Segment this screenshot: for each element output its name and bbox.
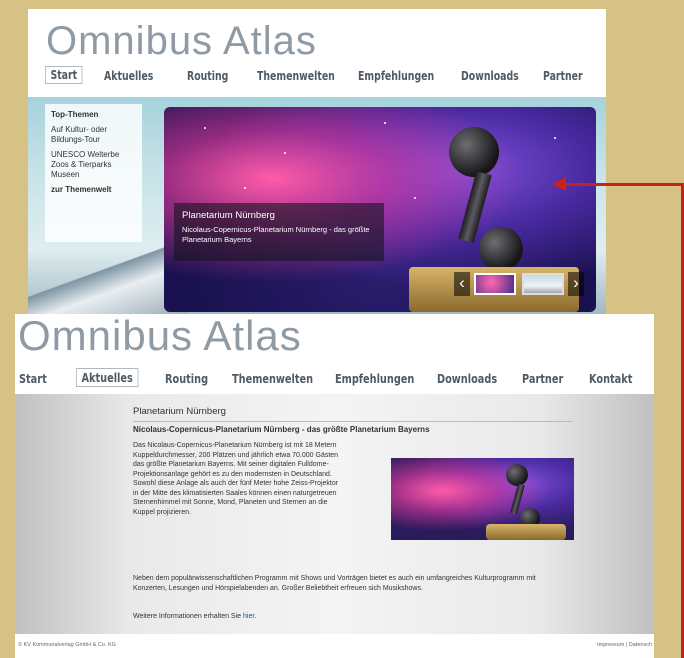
topic-link-museen[interactable]: Museen xyxy=(51,170,136,180)
topic-link-unesco[interactable]: UNESCO Welterbe xyxy=(51,150,136,160)
nav-routing[interactable]: Routing xyxy=(187,69,228,83)
title-divider xyxy=(133,421,573,422)
article-content: Planetarium Nürnberg Nicolaus-Copernicus… xyxy=(15,394,654,634)
article-paragraph-1: Das Nicolaus-Copernicus-Planetarium Nürn… xyxy=(133,442,339,516)
slider-thumbnail-1[interactable] xyxy=(474,273,516,295)
footer-copyright: © KV Kommunalverlag GmbH & Co. KG xyxy=(18,642,116,648)
main-nav: Start Aktuelles Routing Themenwelten Emp… xyxy=(19,368,651,391)
slider-next-button[interactable]: › xyxy=(568,272,584,296)
nav-start[interactable]: Start xyxy=(19,371,47,386)
arrow-head-icon xyxy=(552,177,566,191)
nav-start[interactable]: Start xyxy=(45,66,83,84)
nav-partner[interactable]: Partner xyxy=(522,371,563,386)
topic-link-zoos[interactable]: Zoos & Tierparks xyxy=(51,160,136,170)
slide-description: Nicolaus-Copernicus-Planetarium Nürnberg… xyxy=(182,225,370,244)
arrow-connector-horizontal xyxy=(565,183,683,186)
nav-empfehlungen[interactable]: Empfehlungen xyxy=(358,69,434,83)
slide-caption: Planetarium Nürnberg Nicolaus-Copernicus… xyxy=(174,203,384,261)
slider-thumbnail-2[interactable] xyxy=(522,273,564,295)
footer-links[interactable]: Impressum | Datensch xyxy=(597,642,652,648)
image-slider[interactable]: Planetarium Nürnberg Nicolaus-Copernicus… xyxy=(164,107,596,312)
more-info-text: Weitere Informationen erhalten Sie xyxy=(133,613,243,620)
nav-kontakt[interactable]: Kontakt xyxy=(589,371,632,386)
topic-link-kultur[interactable]: Auf Kultur- oder Bildungs-Tour xyxy=(51,125,136,145)
nav-partner[interactable]: Partner xyxy=(543,69,583,83)
homepage-screenshot: Omnibus Atlas Start Aktuelles Routing Th… xyxy=(28,9,606,315)
themenwelt-link[interactable]: zur Themenwelt xyxy=(51,185,136,195)
nav-downloads[interactable]: Downloads xyxy=(461,69,519,83)
more-info-end: . xyxy=(254,613,257,620)
article-page-screenshot: Omnibus Atlas Start Aktuelles Routing Th… xyxy=(15,314,654,658)
more-info-line: Weitere Informationen erhalten Sie hier. xyxy=(133,613,256,620)
topics-heading: Top-Themen xyxy=(51,110,99,119)
top-topics-box: Top-Themen Auf Kultur- oder Bildungs-Tou… xyxy=(45,104,142,242)
nav-routing[interactable]: Routing xyxy=(165,371,208,386)
nav-aktuelles[interactable]: Aktuelles xyxy=(76,368,139,387)
slide-title[interactable]: Planetarium Nürnberg xyxy=(182,210,376,221)
nav-themenwelten[interactable]: Themenwelten xyxy=(232,371,313,386)
planetarium-image xyxy=(391,458,574,540)
nav-downloads[interactable]: Downloads xyxy=(437,371,497,386)
nav-themenwelten[interactable]: Themenwelten xyxy=(257,69,335,83)
slider-prev-button[interactable]: ‹ xyxy=(454,272,470,296)
article-paragraph-2: Neben dem populärwissenschaftlichen Prog… xyxy=(133,575,536,592)
nav-empfehlungen[interactable]: Empfehlungen xyxy=(335,371,414,386)
site-logo[interactable]: Omnibus Atlas xyxy=(18,314,302,360)
more-info-link[interactable]: hier xyxy=(243,613,254,620)
nav-aktuelles[interactable]: Aktuelles xyxy=(104,69,153,83)
page-footer: © KV Kommunalverlag GmbH & Co. KG Impres… xyxy=(15,639,654,653)
site-logo[interactable]: Omnibus Atlas xyxy=(46,19,317,64)
article-subtitle: Nicolaus-Copernicus-Planetarium Nürnberg… xyxy=(133,425,430,434)
main-nav: Start Aktuelles Routing Themenwelten Emp… xyxy=(45,66,600,89)
article-title: Planetarium Nürnberg xyxy=(133,406,226,417)
